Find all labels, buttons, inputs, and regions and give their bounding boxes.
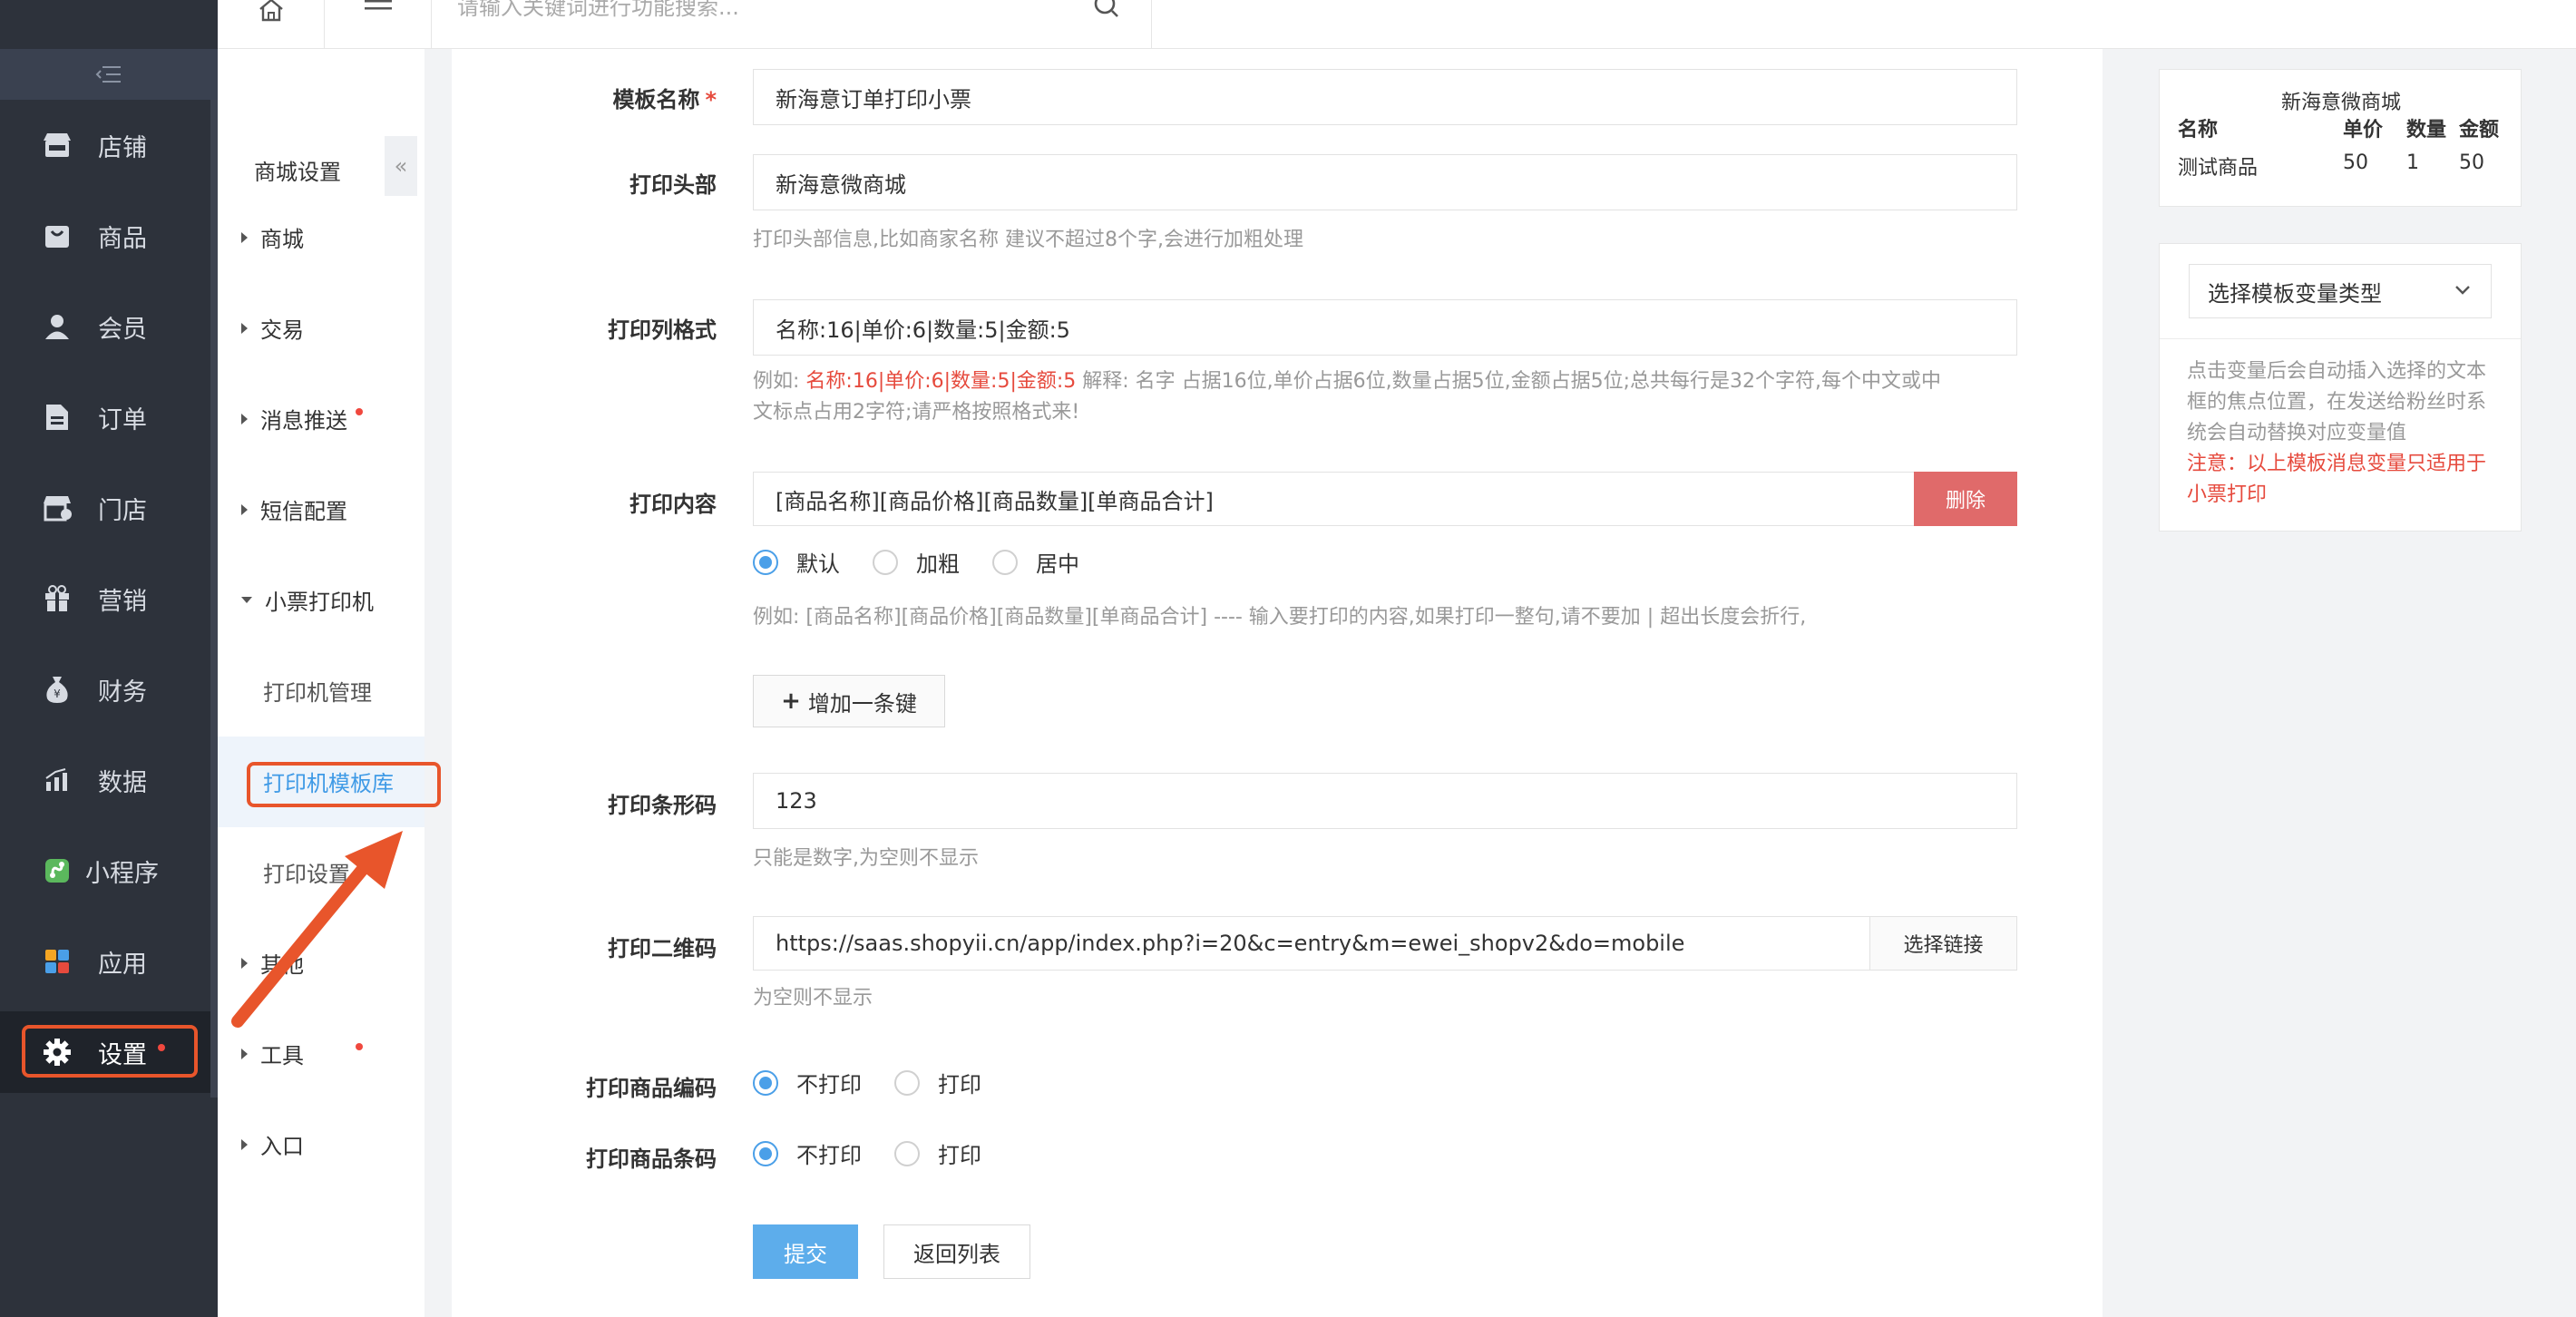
annotation-arrow <box>231 831 403 1028</box>
app-root: 店铺 商品 会员 订单 门店 营销 ¥ 财务 数据 小程序 应用 设置 请输入关… <box>0 0 2576 1317</box>
